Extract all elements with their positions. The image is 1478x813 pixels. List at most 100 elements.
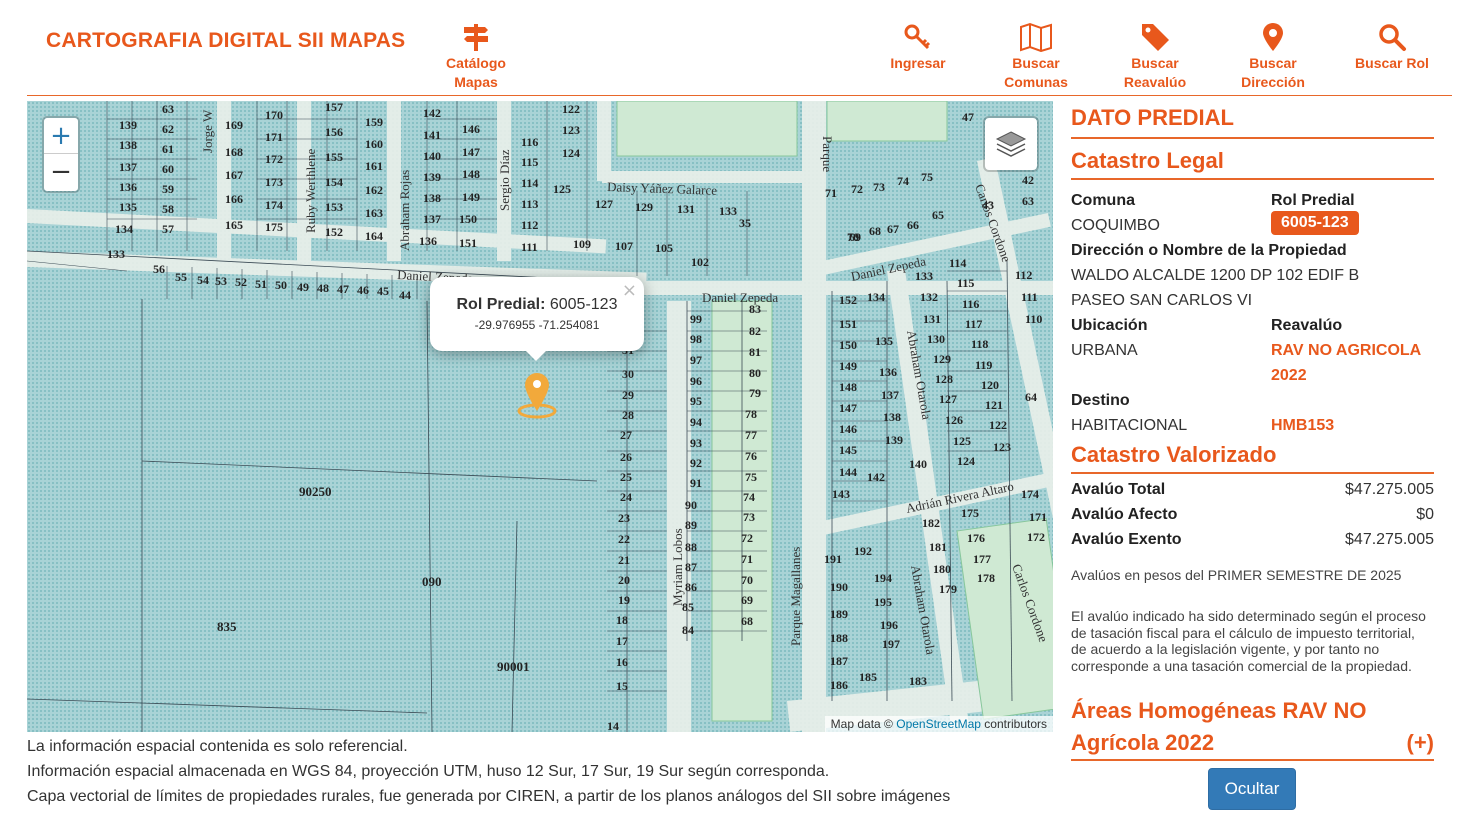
- svg-text:156: 156: [325, 125, 343, 139]
- svg-text:134: 134: [115, 222, 133, 236]
- brand-title[interactable]: CARTOGRAFIA DIGITAL SII MAPAS: [46, 29, 405, 53]
- svg-text:168: 168: [225, 145, 243, 159]
- svg-text:98: 98: [690, 332, 702, 346]
- svg-text:80: 80: [749, 366, 761, 380]
- osm-link[interactable]: OpenStreetMap: [896, 717, 981, 731]
- nav-buscar-reavaluo[interactable]: Buscar Reavalúo: [1120, 22, 1190, 92]
- svg-text:23: 23: [618, 511, 630, 525]
- svg-text:187: 187: [830, 654, 848, 668]
- reavaluo-line1[interactable]: RAV NO AGRICOLA: [1271, 342, 1421, 360]
- semestre-note: Avalúos en pesos del PRIMER SEMESTRE DE …: [1071, 567, 1402, 583]
- svg-text:131: 131: [677, 202, 695, 216]
- layers-button[interactable]: [983, 116, 1039, 172]
- svg-text:26: 26: [620, 450, 632, 464]
- svg-text:95: 95: [690, 394, 702, 408]
- street-label: Daniel Zepeda: [702, 290, 778, 305]
- direccion-label: Dirección o Nombre de la Propiedad: [1071, 242, 1347, 259]
- svg-text:160: 160: [365, 137, 383, 151]
- svg-text:118: 118: [971, 337, 988, 351]
- map-view[interactable]: Daniel Zepeda Daniel Zepeda Daisy Yáñez …: [27, 101, 1053, 732]
- svg-text:114: 114: [521, 176, 538, 190]
- location-marker-icon[interactable]: [515, 365, 559, 421]
- svg-text:125: 125: [553, 182, 571, 196]
- svg-text:53: 53: [215, 274, 227, 288]
- svg-text:136: 136: [879, 365, 897, 379]
- svg-text:88: 88: [685, 540, 697, 554]
- avaluo-exento-label: Avalúo Exento: [1071, 531, 1182, 548]
- hide-button[interactable]: Ocultar: [1208, 768, 1296, 810]
- street-label: Parque: [820, 136, 835, 172]
- svg-text:107: 107: [615, 239, 633, 253]
- svg-text:185: 185: [859, 670, 877, 684]
- svg-text:129: 129: [635, 200, 653, 214]
- svg-text:27: 27: [620, 428, 632, 442]
- areas-homogeneas-header[interactable]: Áreas Homogéneas RAV NO Agrícola 2022 (+…: [1071, 695, 1434, 761]
- nav-buscar-comunas[interactable]: Buscar Comunas: [1003, 22, 1069, 92]
- svg-text:166: 166: [225, 192, 243, 206]
- svg-text:172: 172: [1027, 530, 1045, 544]
- avaluo-afecto-label: Avalúo Afecto: [1071, 506, 1178, 523]
- svg-text:14: 14: [607, 719, 619, 732]
- svg-text:115: 115: [957, 276, 974, 290]
- svg-text:21: 21: [618, 553, 630, 567]
- svg-text:121: 121: [985, 398, 1003, 412]
- svg-text:173: 173: [265, 175, 283, 189]
- svg-text:181: 181: [929, 540, 947, 554]
- svg-text:24: 24: [620, 490, 632, 504]
- nav-ingresar[interactable]: Ingresar: [887, 22, 949, 73]
- svg-text:133: 133: [915, 269, 933, 283]
- svg-text:127: 127: [939, 392, 957, 406]
- svg-text:75: 75: [921, 170, 933, 184]
- comuna-label: Comuna: [1071, 192, 1135, 209]
- note-line: Información espacial almacenada en WGS 8…: [27, 763, 830, 780]
- nav-label-2: Reavalúo: [1123, 74, 1187, 90]
- reavaluo-line2[interactable]: 2022: [1271, 367, 1307, 385]
- svg-text:42: 42: [1022, 173, 1034, 187]
- svg-text:164: 164: [365, 229, 383, 243]
- svg-text:142: 142: [423, 106, 441, 120]
- svg-text:142: 142: [867, 470, 885, 484]
- svg-text:63: 63: [162, 102, 174, 116]
- svg-text:17: 17: [616, 634, 628, 648]
- svg-text:120: 120: [981, 378, 999, 392]
- nav-buscar-direccion[interactable]: Buscar Dirección: [1239, 22, 1307, 92]
- comuna-value: COQUIMBO: [1071, 217, 1160, 234]
- svg-text:84: 84: [682, 623, 694, 637]
- map-popup: × Rol Predial: 6005-123 -29.976955 -71.2…: [430, 277, 644, 361]
- svg-text:145: 145: [839, 443, 857, 457]
- zoom-in-button[interactable]: +: [44, 118, 78, 154]
- nav-catalogo-mapas[interactable]: Catálogo Mapas: [446, 22, 506, 92]
- svg-text:110: 110: [1025, 312, 1042, 326]
- attribution-suffix: contributors: [984, 717, 1047, 731]
- svg-text:30: 30: [622, 367, 634, 381]
- nav-label-1: Buscar Rol: [1355, 55, 1429, 71]
- hmb-link[interactable]: HMB153: [1271, 417, 1334, 435]
- svg-text:49: 49: [297, 280, 309, 294]
- svg-text:148: 148: [462, 167, 480, 181]
- reavaluo-label: Reavalúo: [1271, 317, 1343, 334]
- svg-text:150: 150: [839, 338, 857, 352]
- svg-text:71: 71: [825, 186, 837, 200]
- nav-buscar-rol[interactable]: Buscar Rol: [1352, 22, 1432, 73]
- svg-text:124: 124: [957, 454, 975, 468]
- svg-text:195: 195: [874, 595, 892, 609]
- svg-text:174: 174: [1021, 487, 1039, 501]
- svg-text:191: 191: [824, 552, 842, 566]
- svg-text:15: 15: [616, 679, 628, 693]
- svg-text:97: 97: [690, 353, 702, 367]
- svg-text:68: 68: [869, 224, 881, 238]
- pin-icon: [1263, 23, 1283, 51]
- svg-text:177: 177: [973, 552, 991, 566]
- valorizado-grid: Avalúo Total $47.275.005 Avalúo Afecto $…: [1071, 474, 1434, 704]
- svg-text:67: 67: [887, 222, 899, 236]
- svg-text:122: 122: [562, 102, 580, 116]
- expand-toggle[interactable]: (+): [1407, 730, 1435, 756]
- svg-text:132: 132: [920, 290, 938, 304]
- svg-text:61: 61: [162, 142, 174, 156]
- svg-text:126: 126: [945, 413, 963, 427]
- key-icon: [904, 24, 931, 50]
- zoom-out-button[interactable]: −: [44, 154, 78, 190]
- svg-text:114: 114: [949, 256, 966, 270]
- svg-text:69: 69: [849, 230, 861, 244]
- street-label: Myriam Lobos: [670, 528, 685, 606]
